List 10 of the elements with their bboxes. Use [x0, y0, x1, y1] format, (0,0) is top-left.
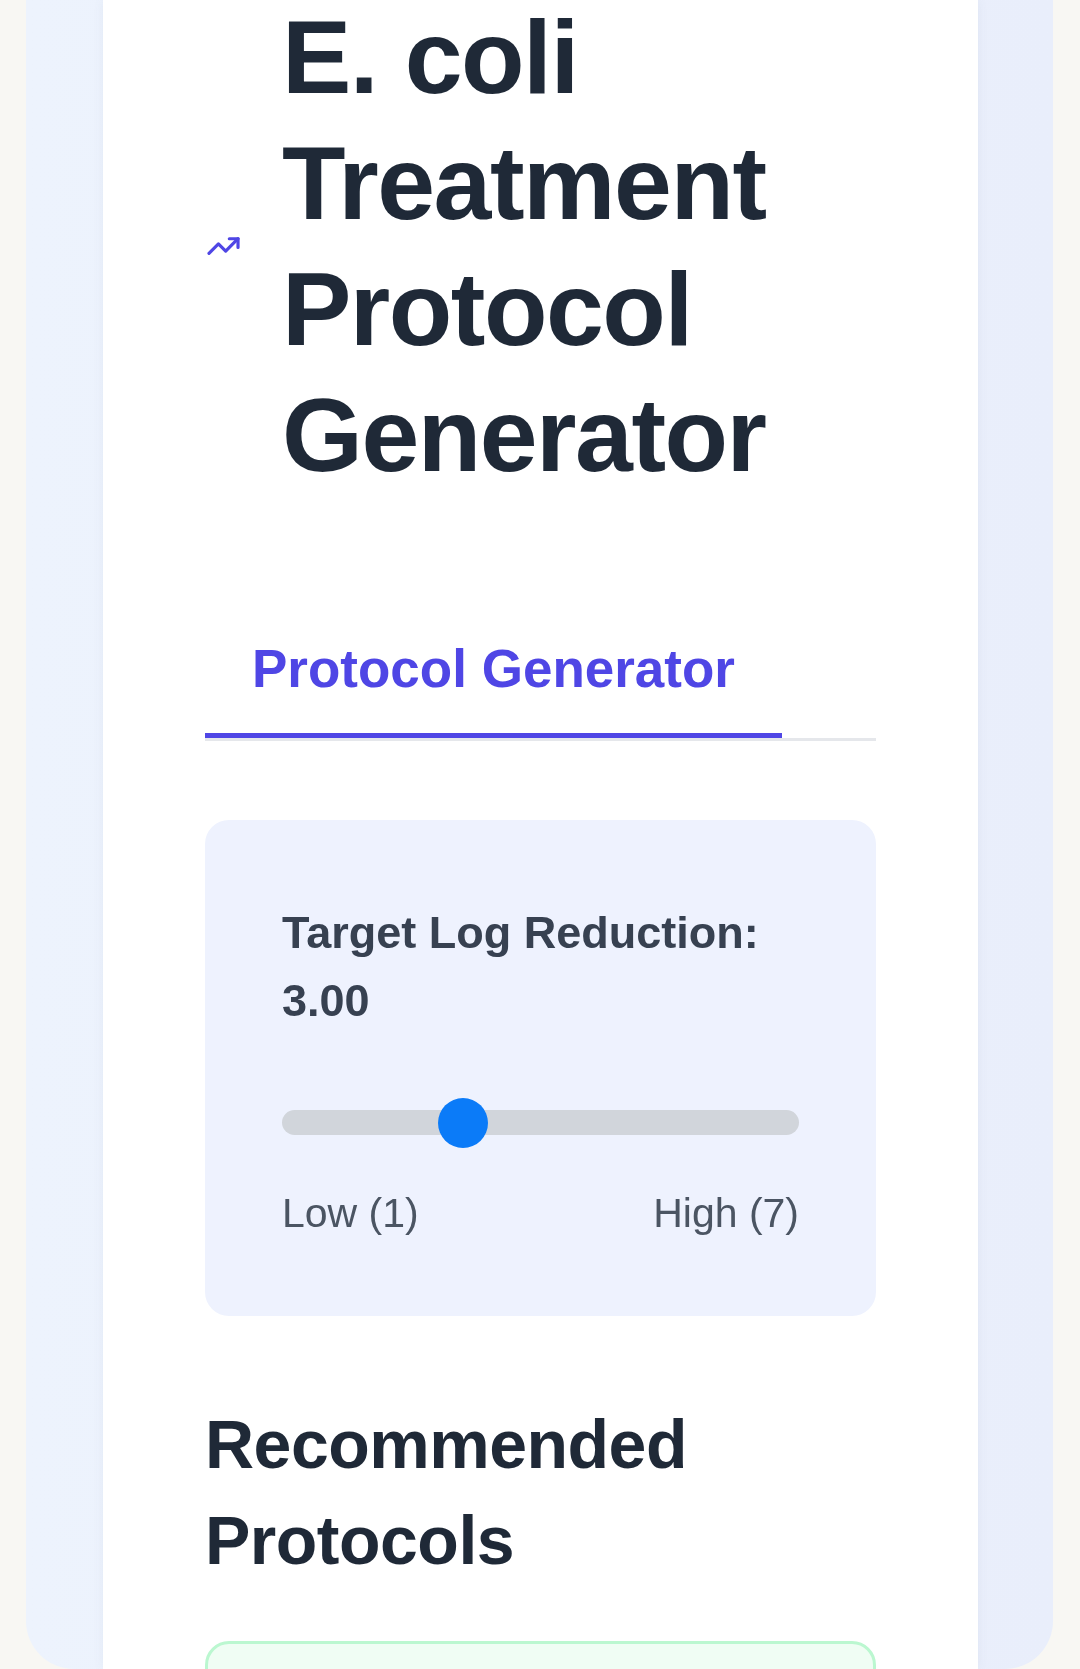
slider-value: 3.00: [282, 975, 370, 1026]
max-label: High (7): [653, 1189, 799, 1238]
tab[interactable]: Protocol Generator: [205, 605, 782, 738]
slider-thumb[interactable]: [437, 1098, 488, 1148]
min-label: Low (1): [282, 1189, 419, 1238]
slider-label: Target Log Reduction:: [282, 907, 759, 958]
section-heading: Recommended Protocols: [205, 1405, 688, 1580]
slider-track[interactable]: [282, 1110, 799, 1135]
trending-up-icon: [207, 237, 240, 255]
page-title: E. coli Treatment Protocol Generator: [282, 0, 767, 495]
